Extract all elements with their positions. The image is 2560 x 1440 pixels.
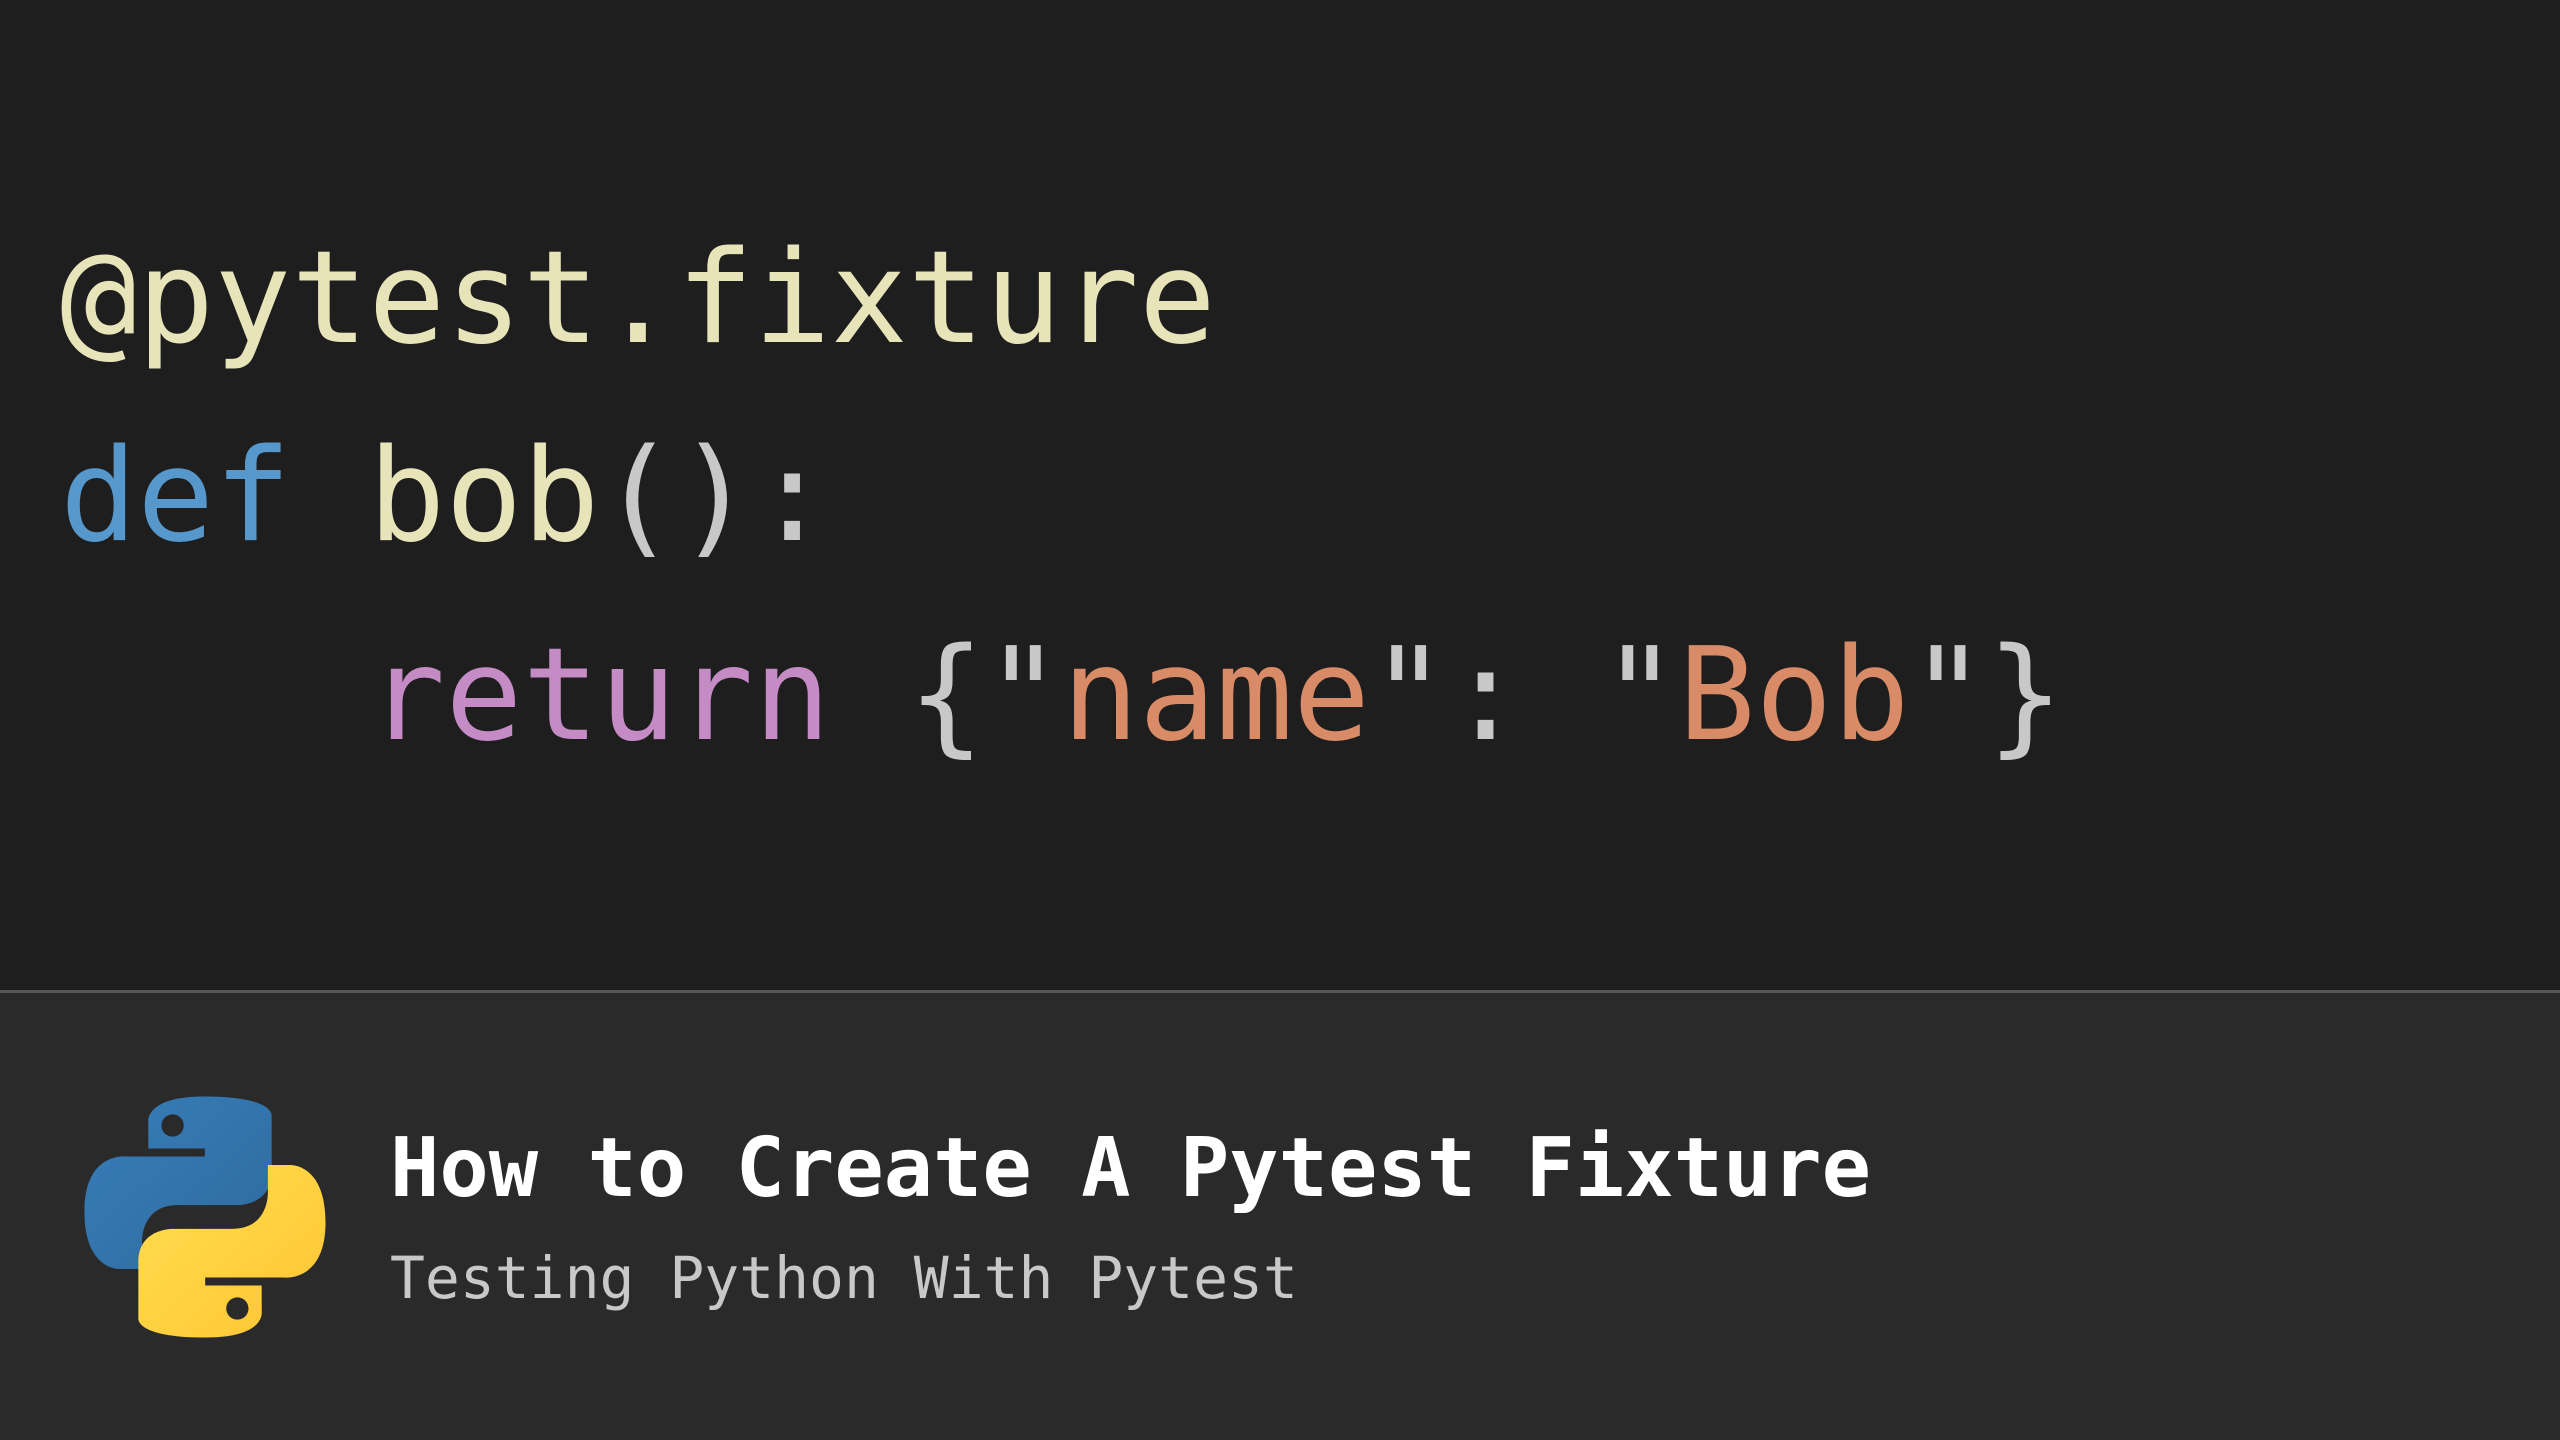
quote: " [1910,621,1987,770]
colon: : [754,422,831,571]
quote: " [1370,621,1447,770]
lbrace: { [908,621,985,770]
dict-colon: : [1447,621,1524,770]
decorator-token: @pytest.fixture [60,224,1216,373]
func-name: bob [368,422,599,571]
space [831,621,908,770]
quote: " [1601,621,1678,770]
page-title: How to Create A Pytest Fixture [390,1121,1871,1216]
footer-panel: How to Create A Pytest Fixture Testing P… [0,993,2560,1440]
code-line-1: @pytest.fixture [60,200,2500,398]
dict-value: Bob [1678,621,1909,770]
page-subtitle: Testing Python With Pytest [390,1244,1871,1312]
dict-key: name [1062,621,1370,770]
title-block: How to Create A Pytest Fixture Testing P… [390,1121,1871,1312]
python-logo-icon [70,1082,340,1352]
code-line-2: def bob(): [60,398,2500,596]
code-panel: @pytest.fixture def bob(): return {"name… [0,0,2560,990]
parens: () [599,422,753,571]
return-keyword: return [368,621,830,770]
space [1524,621,1601,770]
rbrace: } [1987,621,2064,770]
code-line-3: return {"name": "Bob"} [60,597,2500,795]
indent [60,621,368,770]
def-keyword: def [60,422,291,571]
quote: " [985,621,1062,770]
